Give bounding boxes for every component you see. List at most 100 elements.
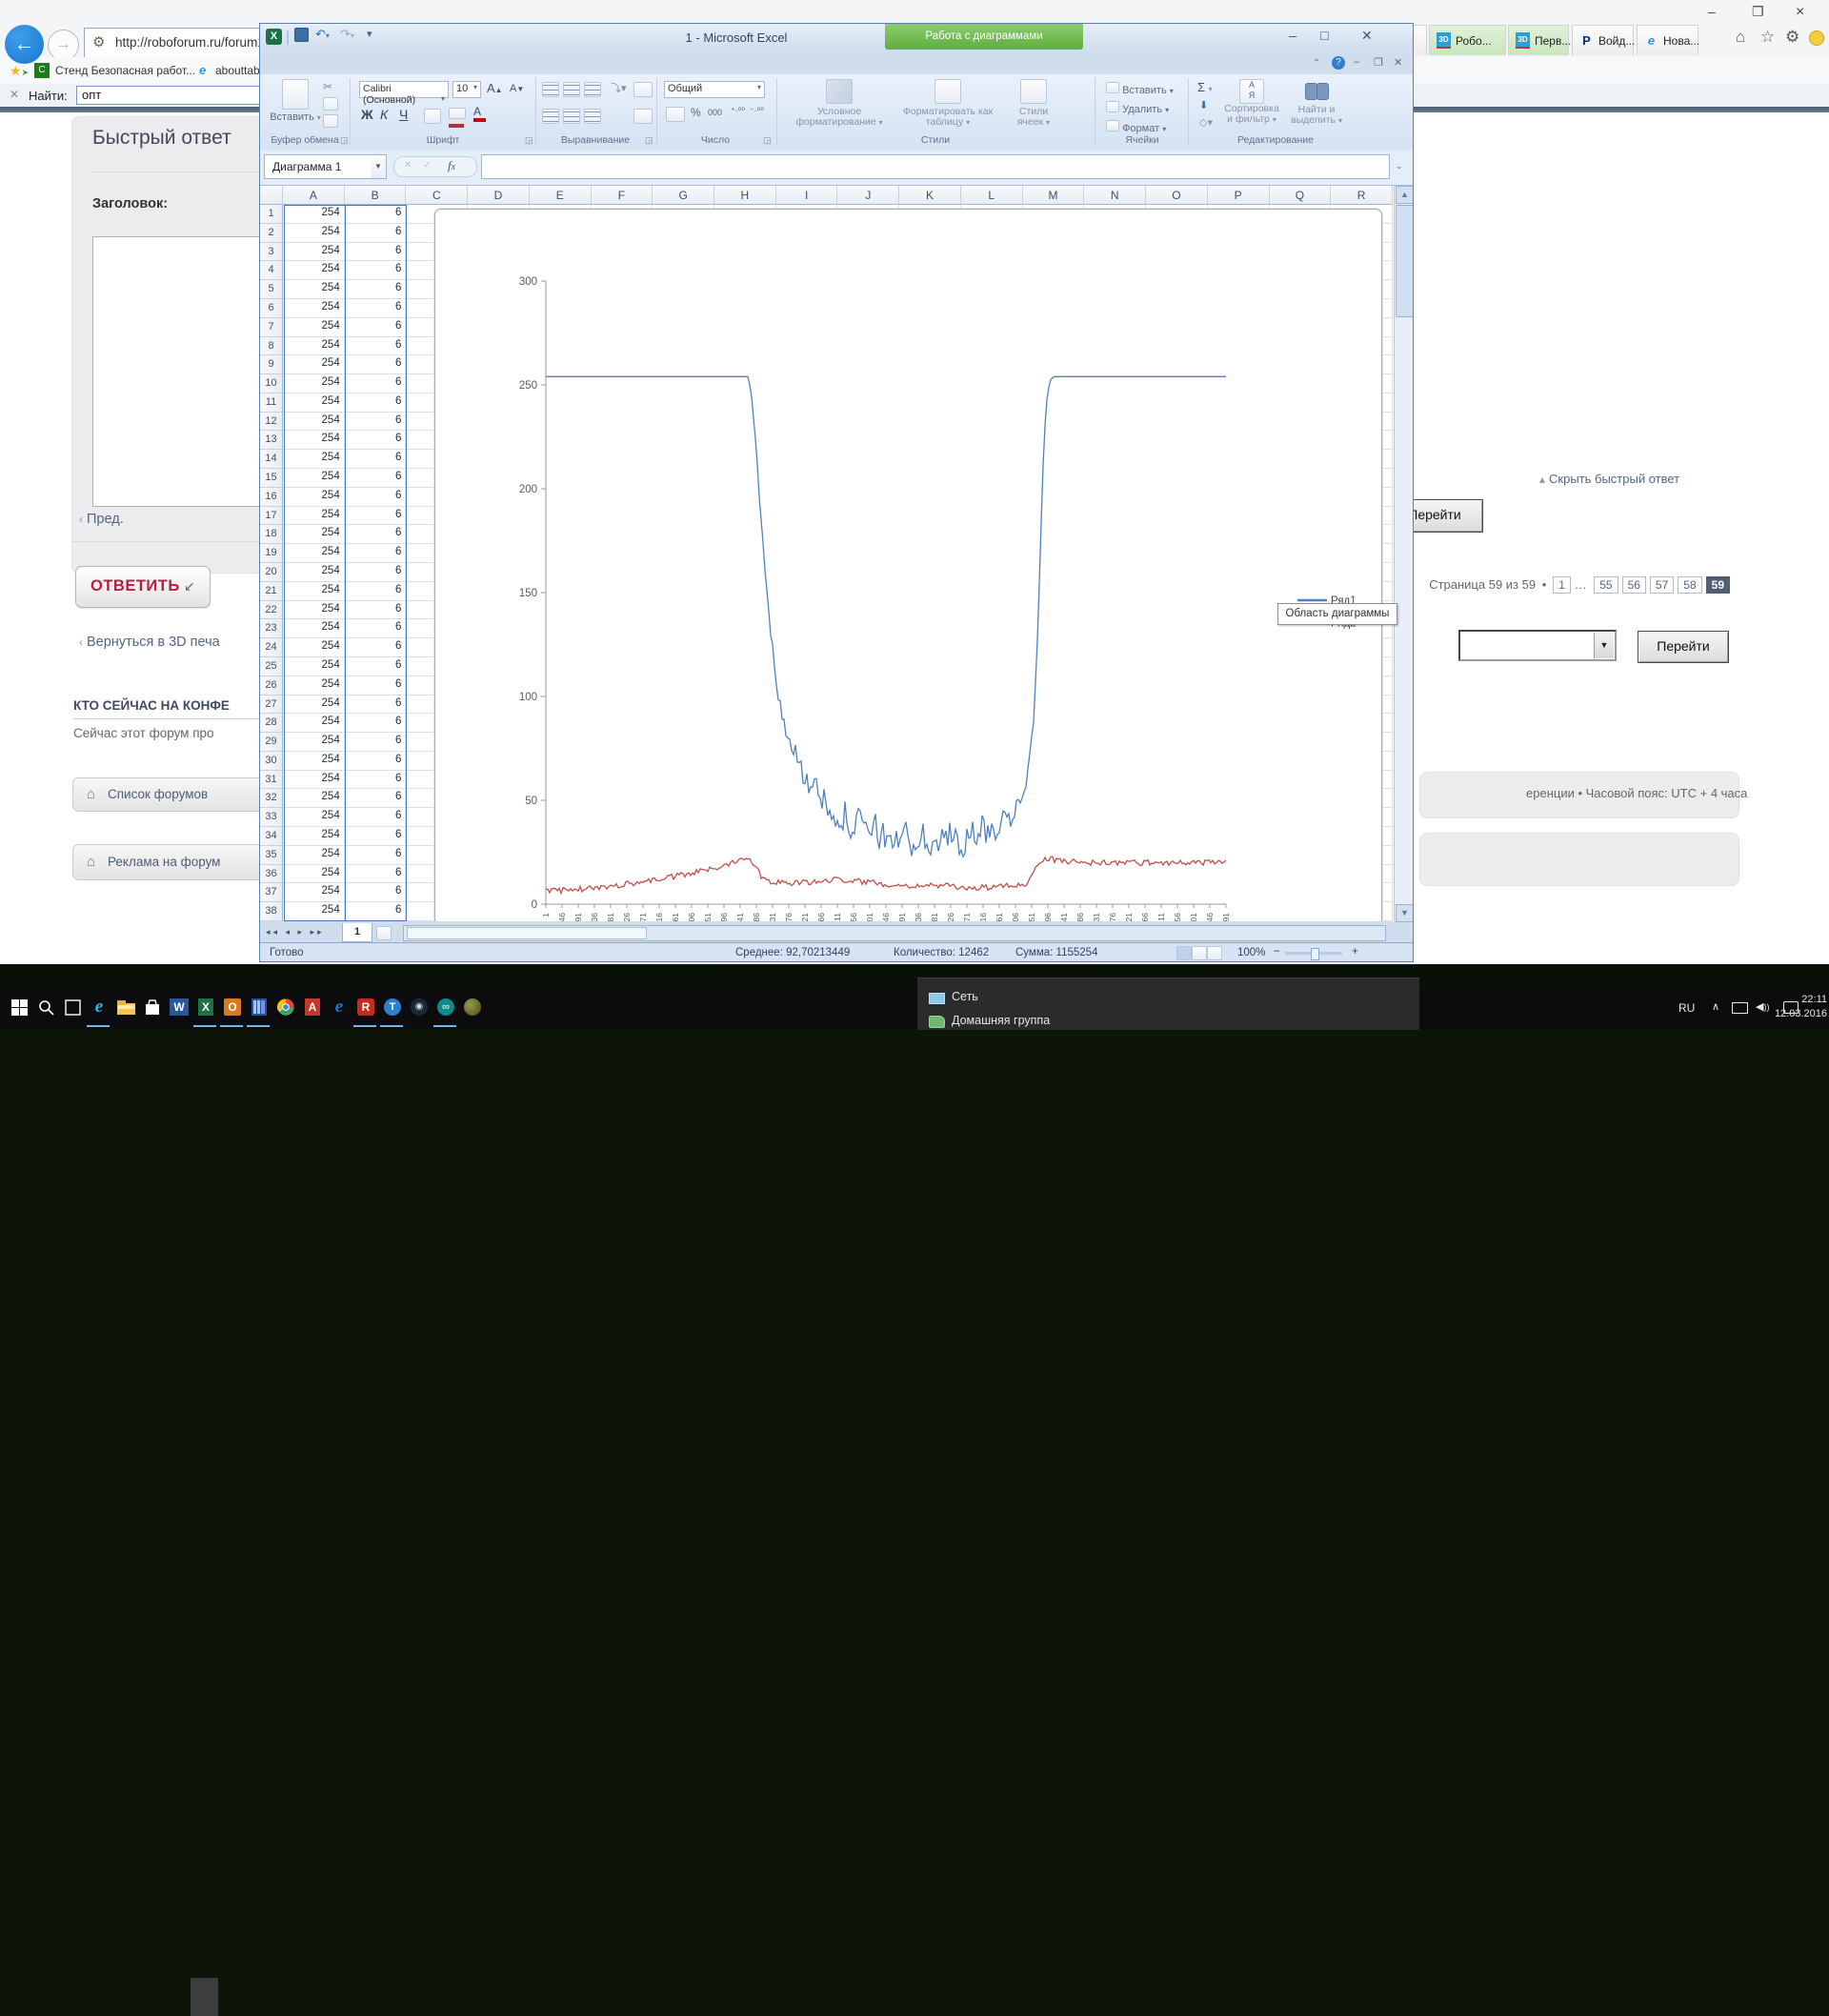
cell[interactable]: 254 (283, 261, 345, 280)
save-icon[interactable] (294, 28, 309, 42)
row-header[interactable]: 3 (260, 243, 283, 262)
taskbar-icon-task-view[interactable] (62, 997, 83, 1018)
select-all-corner[interactable] (260, 186, 283, 205)
cell[interactable]: 254 (283, 827, 345, 846)
cell[interactable]: 254 (283, 657, 345, 676)
cell[interactable]: 6 (345, 355, 407, 374)
scroll-up-icon[interactable]: ▲ (1396, 186, 1414, 204)
column-header-D[interactable]: D (468, 186, 530, 205)
cell[interactable]: 6 (345, 243, 407, 262)
cell[interactable]: 6 (345, 657, 407, 676)
dialog-launcher-icon[interactable]: ◲ (763, 135, 772, 146)
scrollbar-thumb[interactable] (1396, 205, 1414, 317)
merge-center-icon[interactable] (633, 109, 653, 124)
increase-decimal-icon[interactable]: ⁺·⁰⁰ (731, 106, 745, 116)
zoom-slider-thumb[interactable] (1311, 948, 1319, 960)
cell[interactable]: 6 (345, 224, 407, 243)
excel-minimize-button[interactable]: – (1289, 28, 1296, 43)
taskbar-icon-outlook[interactable]: O (222, 997, 243, 1018)
align-icon[interactable] (542, 82, 559, 97)
cell[interactable]: 254 (283, 619, 345, 638)
align-icon[interactable] (563, 109, 580, 124)
column-header-O[interactable]: O (1146, 186, 1208, 205)
cell[interactable]: 6 (345, 582, 407, 601)
column-header-I[interactable]: I (776, 186, 838, 205)
taskbar-icon-edge[interactable]: e (329, 997, 350, 1018)
cell[interactable]: 6 (345, 450, 407, 469)
reply-button[interactable]: ОТВЕТИТЬ ↙ (75, 566, 211, 608)
taskbar-icon-acad[interactable]: A (302, 997, 323, 1018)
qat-customize-icon[interactable]: ▾ (367, 28, 372, 40)
row-header[interactable]: 18 (260, 525, 283, 544)
taskbar-icon-chrome[interactable] (275, 997, 296, 1018)
help-icon[interactable]: ? (1332, 56, 1345, 70)
row-header[interactable]: 35 (260, 846, 283, 865)
orientation-icon[interactable]: ⤵▾ (611, 80, 627, 95)
cell[interactable]: 6 (345, 789, 407, 808)
excel-close-button[interactable]: ✕ (1361, 28, 1373, 44)
name-box[interactable]: Диаграмма 1 (264, 154, 380, 179)
favorite-link[interactable]: abouttab (215, 64, 260, 77)
cell[interactable]: 6 (345, 619, 407, 638)
cell[interactable]: 254 (283, 224, 345, 243)
comma-style-icon[interactable]: 000 (708, 108, 722, 117)
vertical-scrollbar[interactable]: ▲ ▼ (1394, 186, 1414, 921)
row-header[interactable]: 21 (260, 582, 283, 601)
row-header[interactable]: 20 (260, 563, 283, 582)
column-header-M[interactable]: M (1023, 186, 1085, 205)
taskbar-icon-archiver[interactable] (249, 997, 270, 1018)
zoom-in-icon[interactable]: + (1352, 946, 1358, 958)
cell[interactable]: 6 (345, 902, 407, 921)
cell[interactable]: 254 (283, 846, 345, 865)
horizontal-align-icons[interactable] (542, 109, 605, 129)
cell[interactable]: 254 (283, 714, 345, 733)
browser-tab[interactable]: eНова... (1637, 25, 1698, 55)
percent-icon[interactable]: % (691, 106, 701, 119)
wrap-text-icon[interactable] (633, 82, 653, 97)
cell[interactable]: 254 (283, 525, 345, 544)
cell-styles-button[interactable]: Стили ячеек ▾ (1007, 79, 1060, 128)
cell[interactable]: 254 (283, 374, 345, 393)
browser-tab[interactable]: 3DРобо... (1429, 25, 1506, 55)
row-header[interactable]: 24 (260, 638, 283, 657)
cell[interactable]: 6 (345, 205, 407, 224)
cell[interactable]: 6 (345, 733, 407, 752)
return-link[interactable]: ‹Вернуться в 3D печа (79, 634, 220, 651)
cell[interactable]: 254 (283, 280, 345, 299)
worksheet-grid[interactable]: ABCDEFGHIJKLMNOPQR 125462254632546425465… (260, 186, 1394, 921)
view-buttons[interactable] (1176, 946, 1222, 962)
flyout-item-homegroup[interactable]: Домашняя группа (952, 1014, 1050, 1027)
row-header[interactable]: 1 (260, 205, 283, 224)
column-header-F[interactable]: F (592, 186, 653, 205)
excel-maximize-button[interactable]: □ (1320, 28, 1328, 43)
column-header-L[interactable]: L (961, 186, 1023, 205)
insert-sheet-icon[interactable] (376, 926, 392, 940)
row-header[interactable]: 31 (260, 771, 283, 790)
underline-button[interactable]: Ч (399, 107, 408, 122)
row-header[interactable]: 15 (260, 469, 283, 488)
column-header-B[interactable]: B (345, 186, 407, 205)
cell[interactable]: 254 (283, 865, 345, 884)
format-painter-icon[interactable] (323, 114, 338, 128)
format-cells-button[interactable]: Формат ▾ (1106, 120, 1166, 134)
scrollbar-thumb[interactable] (407, 927, 647, 939)
cell[interactable]: 6 (345, 563, 407, 582)
column-header-A[interactable]: A (283, 186, 345, 205)
row-header[interactable]: 26 (260, 676, 283, 696)
column-header-C[interactable]: C (406, 186, 468, 205)
align-icon[interactable] (584, 82, 601, 97)
row-header[interactable]: 5 (260, 280, 283, 299)
fill-icon[interactable]: ⬇ (1199, 99, 1208, 111)
cell[interactable]: 254 (283, 299, 345, 318)
fill-color-icon[interactable] (449, 107, 466, 128)
row-header[interactable]: 29 (260, 733, 283, 752)
column-header-E[interactable]: E (530, 186, 592, 205)
dialog-launcher-icon[interactable]: ◲ (645, 135, 653, 146)
number-format-select[interactable]: Общий▾ (664, 81, 765, 98)
row-header[interactable]: 34 (260, 827, 283, 846)
row-header[interactable]: 22 (260, 601, 283, 620)
workbook-close-icon[interactable]: ✕ (1394, 56, 1402, 69)
row-header[interactable]: 6 (260, 299, 283, 318)
cell[interactable]: 6 (345, 299, 407, 318)
cell[interactable]: 254 (283, 601, 345, 620)
